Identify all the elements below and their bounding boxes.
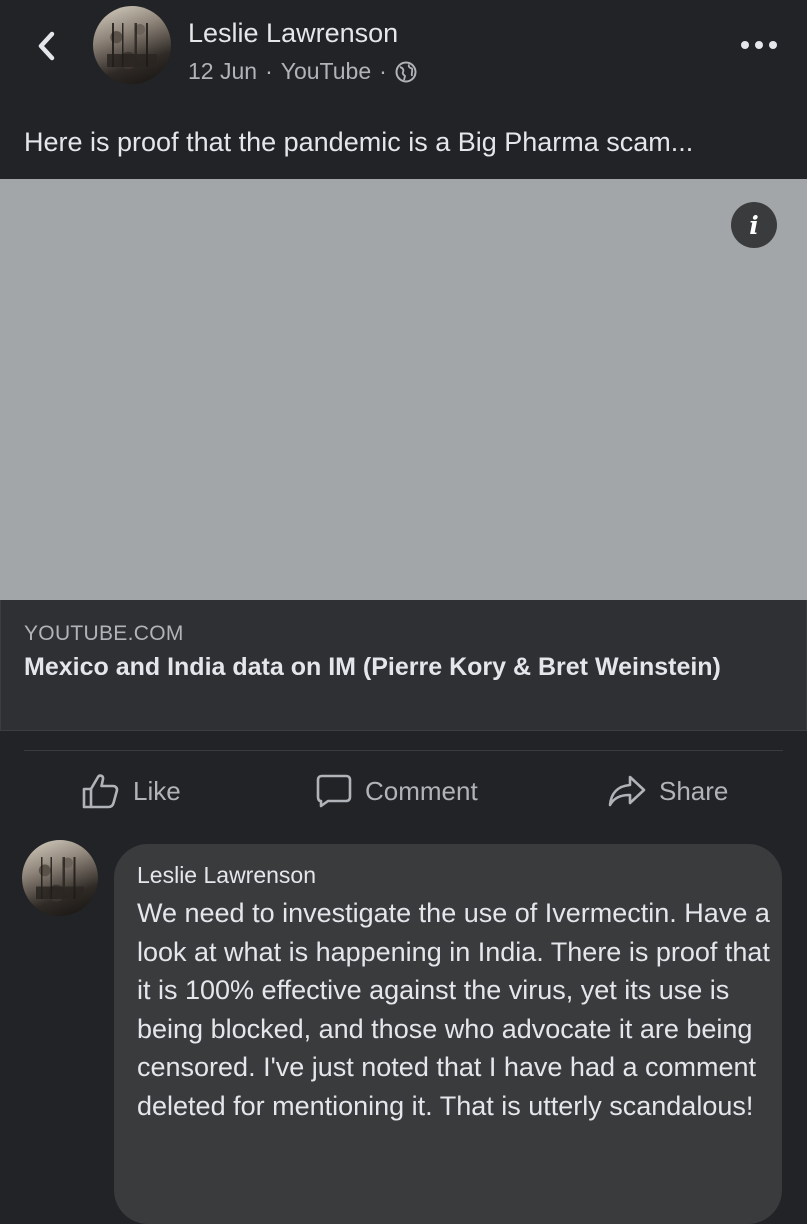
like-label: Like [133, 775, 181, 806]
globe-icon [395, 61, 417, 82]
link-title[interactable]: Mexico and India data on IM (Pierre Kory… [24, 651, 724, 684]
divider [24, 750, 783, 751]
more-dots-icon [741, 41, 777, 49]
poster-name[interactable]: Leslie Lawrenson [188, 18, 398, 49]
link-preview-image[interactable] [0, 179, 807, 600]
meta-separator: · [265, 58, 273, 84]
share-label: Share [659, 775, 729, 806]
comment-label: Comment [365, 775, 478, 806]
post-text: Here is proof that the pandemic is a Big… [24, 127, 694, 157]
comment-text: We need to investigate the use of Iverme… [137, 898, 770, 1121]
comment-avatar[interactable] [22, 840, 98, 916]
more-options-button[interactable] [738, 38, 780, 52]
chevron-left-icon [38, 31, 55, 61]
post-source: YouTube [280, 58, 372, 84]
post-header: Leslie Lawrenson 12 Jun · YouTube · [0, 0, 807, 110]
comment-button[interactable]: Comment [315, 765, 478, 817]
thumbs-up-icon [82, 774, 119, 809]
share-arrow-icon [608, 775, 646, 807]
like-button[interactable]: Like [81, 765, 181, 817]
link-domain: YOUTUBE.COM [24, 622, 184, 645]
info-button[interactable]: i [731, 202, 777, 248]
back-button[interactable] [30, 26, 66, 66]
info-icon: i [749, 210, 759, 240]
post-meta: 12 Jun · YouTube · [188, 58, 417, 85]
comment-author[interactable]: Leslie Lawrenson [137, 862, 316, 889]
meta-separator: · [379, 58, 387, 84]
avatar[interactable] [93, 6, 171, 84]
share-button[interactable]: Share [607, 765, 728, 817]
post-date[interactable]: 12 Jun [188, 58, 257, 85]
comment-icon [316, 774, 352, 808]
